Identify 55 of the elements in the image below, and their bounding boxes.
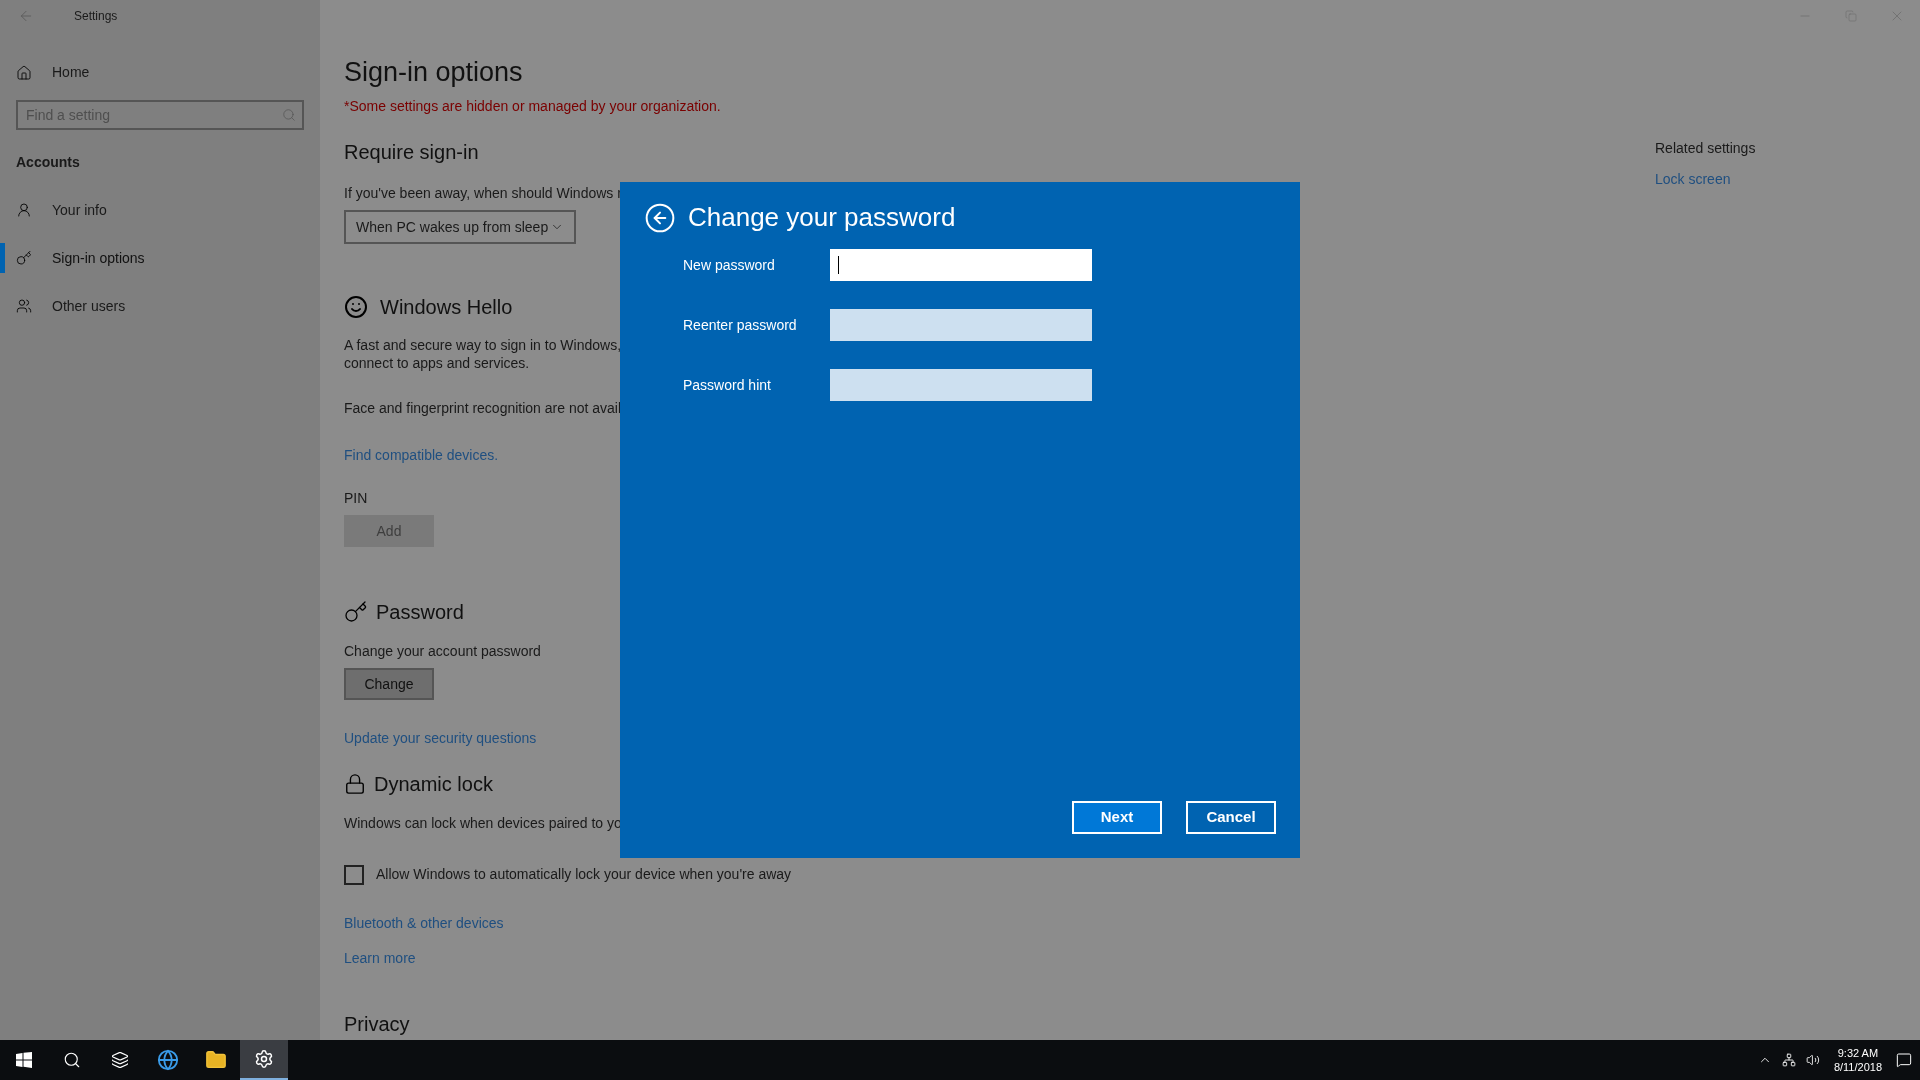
browser-icon[interactable]	[157, 1049, 179, 1071]
home-icon	[16, 64, 32, 81]
folder-icon[interactable]	[205, 1049, 227, 1071]
compatible-devices-link[interactable]: Find compatible devices.	[344, 445, 499, 466]
network-icon[interactable]	[1781, 1053, 1796, 1067]
checkbox[interactable]	[344, 864, 364, 885]
note-text: Face and fingerprint recognition are not avail	[344, 399, 622, 418]
sidebar-item[interactable]: Other users	[52, 295, 126, 317]
field-label: Reenter password	[683, 315, 798, 335]
sign-in-dropdown[interactable]: When PC wakes up from sleep	[344, 210, 576, 244]
section-heading: Accounts	[16, 153, 81, 172]
settings-link[interactable]: Bluetooth & other devices	[344, 913, 504, 934]
settings-link[interactable]: Learn more	[344, 948, 416, 969]
key-icon	[344, 600, 368, 624]
windows-logo-icon[interactable]	[16, 1052, 32, 1068]
related-settings-heading: Related settings	[1655, 139, 1756, 158]
back-icon[interactable]	[644, 201, 676, 234]
sidebar-item[interactable]: Sign-in options	[52, 247, 145, 269]
description-text: connect to apps and services.	[344, 354, 531, 372]
window-title: Settings	[74, 8, 118, 25]
next-button[interactable]: Next	[1072, 801, 1162, 834]
section-heading: Privacy	[344, 1012, 410, 1037]
password-field[interactable]	[830, 369, 1092, 401]
clock-date[interactable]: 8/11/2018	[1833, 1060, 1882, 1074]
lock-screen-link[interactable]: Lock screen	[1655, 169, 1756, 190]
password-field[interactable]	[830, 249, 1092, 281]
key-icon	[16, 250, 32, 266]
search-icon[interactable]	[63, 1051, 81, 1069]
field-label: Password hint	[683, 375, 772, 395]
pin-label: PIN	[344, 489, 368, 508]
taskbar-button[interactable]	[240, 1040, 288, 1080]
cancel-button[interactable]: Cancel	[1186, 801, 1276, 834]
dialog-title: Change your password	[688, 201, 956, 234]
field-label: New password	[683, 255, 776, 275]
checkbox-label: Allow Windows to automatically lock your device when you're away	[376, 865, 792, 884]
clock-time[interactable]: 9:32 AM	[1837, 1046, 1879, 1060]
settings-icon[interactable]	[254, 1049, 274, 1069]
password-field[interactable]	[830, 309, 1092, 341]
section-heading: Dynamic lock	[374, 772, 493, 797]
section-heading: Require sign-in	[344, 140, 479, 165]
description-text: Change your account password	[344, 642, 541, 661]
section-heading: Password	[376, 600, 464, 625]
notification-icon[interactable]	[1896, 1052, 1912, 1068]
text-cursor	[838, 256, 839, 274]
security-questions-link[interactable]: Update your security questions	[344, 728, 537, 749]
smiley-icon	[344, 295, 368, 319]
policy-notice: *Some settings are hidden or managed by your organization.	[344, 97, 721, 116]
section-heading: Windows Hello	[380, 295, 513, 320]
sidebar-item[interactable]: Your info	[52, 199, 107, 221]
lock-icon	[344, 773, 366, 795]
home-link[interactable]: Home	[52, 62, 90, 83]
description-text: A fast and secure way to sign in to Windows,	[344, 336, 622, 354]
volume-icon[interactable]	[1805, 1053, 1820, 1067]
change-button[interactable]: Change	[344, 668, 434, 700]
page-title: Sign-in options	[344, 56, 523, 89]
